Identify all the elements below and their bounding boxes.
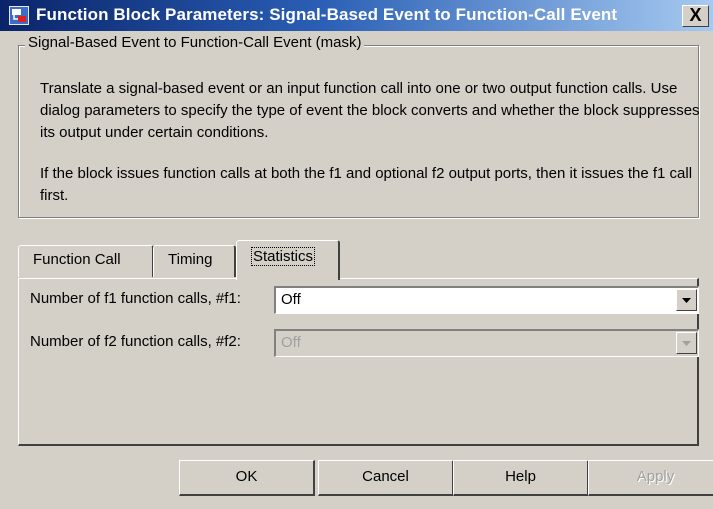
simulink-block-icon [9,6,29,25]
cancel-button[interactable]: Cancel [318,460,454,496]
dropdown-arrow-button [676,332,697,354]
tab-label: Timing [168,251,213,268]
tab-function-call[interactable]: Function Call [18,245,154,277]
chevron-down-icon [682,341,691,346]
close-icon: X [689,5,702,25]
f1-calls-label: Number of f1 function calls, #f1: [30,290,241,307]
help-button[interactable]: Help [453,460,589,496]
chevron-down-icon [682,298,691,303]
tab-label: Function Call [33,251,121,268]
tab-timing[interactable]: Timing [153,245,236,277]
dropdown-arrow-button[interactable] [676,289,697,311]
description-paragraph-2: If the block issues function calls at bo… [40,165,693,204]
apply-button: Apply [588,460,713,496]
tab-statistics[interactable]: Statistics [236,240,340,280]
dialog-window: Function Block Parameters: Signal-Based … [0,0,713,509]
tab-label: Statistics [251,247,316,266]
f2-calls-value: Off [281,334,301,351]
ok-button[interactable]: OK [179,460,315,496]
f2-calls-label: Number of f2 function calls, #f2: [30,333,241,350]
f2-calls-dropdown: Off [274,329,699,357]
block-description: Translate a signal-based event or an inp… [40,78,700,207]
description-paragraph-1: Translate a signal-based event or an inp… [40,80,700,141]
group-legend: Signal-Based Event to Function-Call Even… [25,34,365,51]
close-button[interactable]: X [682,5,709,27]
window-title: Function Block Parameters: Signal-Based … [36,5,618,24]
f1-calls-dropdown[interactable]: Off [274,286,699,314]
f1-calls-value: Off [281,291,301,308]
title-bar[interactable]: Function Block Parameters: Signal-Based … [0,0,713,31]
